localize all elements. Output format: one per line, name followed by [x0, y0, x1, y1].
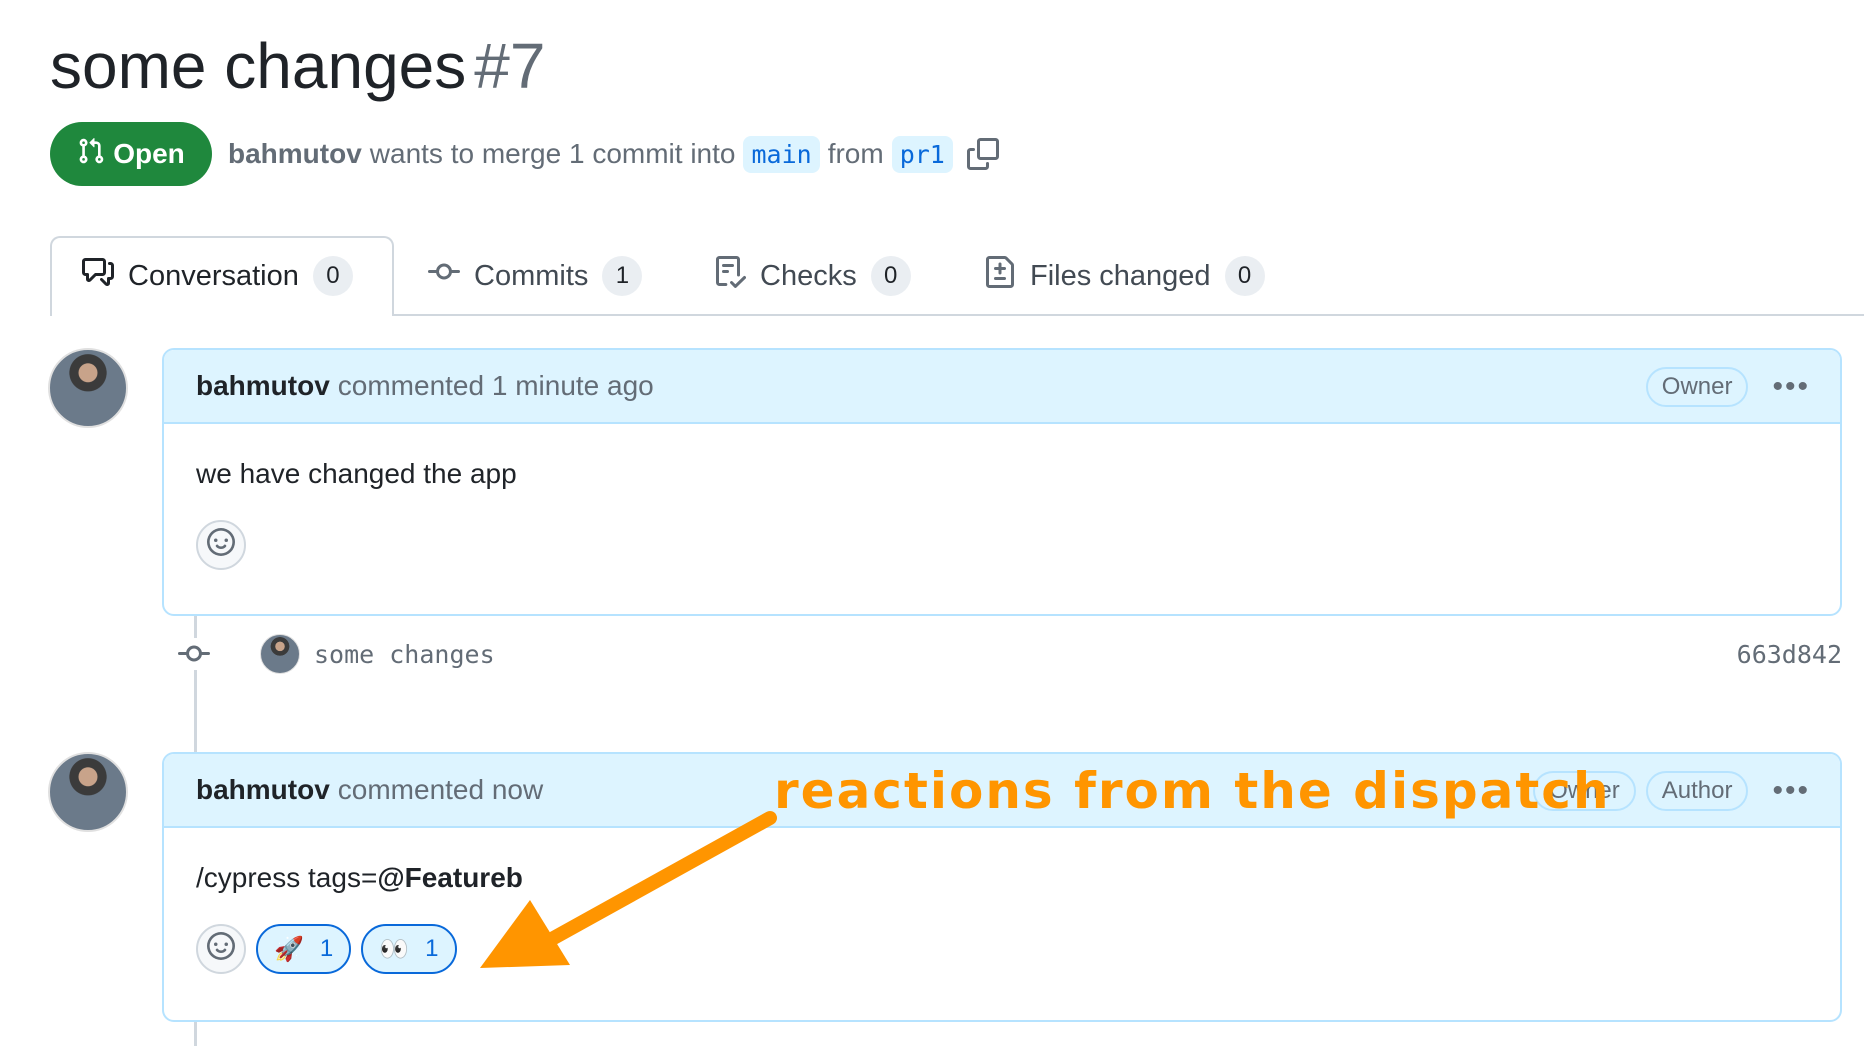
avatar[interactable] — [48, 752, 128, 832]
comment-body: /cypress tags=@Featureb 🚀 1 👀 1 — [164, 828, 1840, 974]
comment-header: bahmutov commented 1 minute ago Owner ••… — [164, 350, 1840, 424]
head-branch[interactable]: pr1 — [891, 135, 953, 173]
tab-checks-count: 0 — [870, 256, 911, 296]
comment-author[interactable]: bahmutov — [196, 774, 330, 806]
tab-commits-count: 1 — [602, 256, 643, 296]
pr-author-link[interactable]: bahmutov — [228, 138, 362, 170]
comment-text: we have changed the app — [196, 458, 517, 489]
git-pull-request-icon — [77, 137, 105, 172]
base-branch[interactable]: main — [743, 135, 820, 173]
reaction-count: 1 — [425, 935, 439, 962]
copy-icon[interactable] — [966, 138, 999, 170]
eyes-icon: 👀 — [379, 935, 410, 963]
kebab-horizontal-icon[interactable]: ••• — [1772, 372, 1810, 402]
pr-number: #7 — [474, 30, 546, 102]
tab-commits-label: Commits — [474, 259, 589, 292]
pr-state-badge: Open — [50, 122, 212, 186]
pr-from-text: from — [827, 138, 884, 169]
reaction-rocket-button[interactable]: 🚀 1 — [256, 924, 352, 974]
commit-message[interactable]: some changes — [314, 640, 495, 669]
reaction-eyes-button[interactable]: 👀 1 — [361, 924, 457, 974]
owner-badge: Owner — [1645, 367, 1749, 407]
tab-files-changed-label: Files changed — [1030, 259, 1211, 292]
author-badge: Author — [1645, 771, 1749, 811]
add-reaction-button[interactable] — [196, 520, 246, 570]
tab-conversation-label: Conversation — [128, 259, 299, 292]
tab-commits[interactable]: Commits 1 — [428, 236, 643, 316]
comment-header-actions: Owner ••• — [1640, 350, 1810, 424]
reaction-count: 1 — [319, 935, 334, 962]
tab-checks-label: Checks — [760, 259, 857, 292]
file-diff-icon — [984, 256, 1016, 296]
comment-body: we have changed the app — [164, 424, 1840, 570]
pr-title-text: some changes — [50, 30, 467, 102]
tab-checks[interactable]: Checks 0 — [714, 236, 911, 316]
commit-sha[interactable]: 663d842 — [1737, 640, 1842, 669]
annotation-text: reactions from the dispatch — [774, 762, 1611, 820]
reactions-bar: 🚀 1 👀 1 — [196, 924, 1808, 974]
add-reaction-button[interactable] — [196, 924, 246, 974]
pr-meta: bahmutov wants to merge 1 commit into ma… — [228, 130, 999, 178]
avatar[interactable] — [48, 348, 128, 428]
tab-files-changed[interactable]: Files changed 0 — [984, 236, 1265, 316]
tab-conversation-count: 0 — [312, 256, 353, 296]
comment-discussion-icon — [82, 256, 114, 296]
checklist-icon — [714, 256, 747, 296]
commit-author-avatar[interactable] — [260, 634, 300, 674]
comment-text: /cypress tags=@Featureb — [196, 862, 1808, 894]
pr-merge-text: wants to merge 1 commit into — [369, 138, 736, 169]
comment-timestamp[interactable]: commented 1 minute ago — [338, 370, 654, 402]
smiley-icon — [207, 931, 235, 967]
comment-text-prefix: /cypress tags= — [196, 862, 378, 893]
pr-title: some changes #7 — [50, 24, 545, 108]
reactions-bar — [196, 520, 1808, 570]
git-commit-icon — [428, 256, 460, 296]
kebab-horizontal-icon[interactable]: ••• — [1772, 776, 1810, 806]
git-commit-icon — [178, 638, 210, 670]
smiley-icon — [207, 527, 235, 563]
commit-row: some changes 663d842 — [178, 632, 1842, 676]
tab-files-changed-count: 0 — [1224, 256, 1265, 296]
annotation-arrow-icon — [480, 811, 777, 968]
comment-author[interactable]: bahmutov — [196, 370, 330, 402]
rocket-icon: 🚀 — [274, 935, 304, 963]
comment-card: bahmutov commented 1 minute ago Owner ••… — [162, 348, 1842, 616]
tab-conversation[interactable]: Conversation 0 — [82, 236, 353, 316]
pr-state-label: Open — [113, 138, 185, 169]
